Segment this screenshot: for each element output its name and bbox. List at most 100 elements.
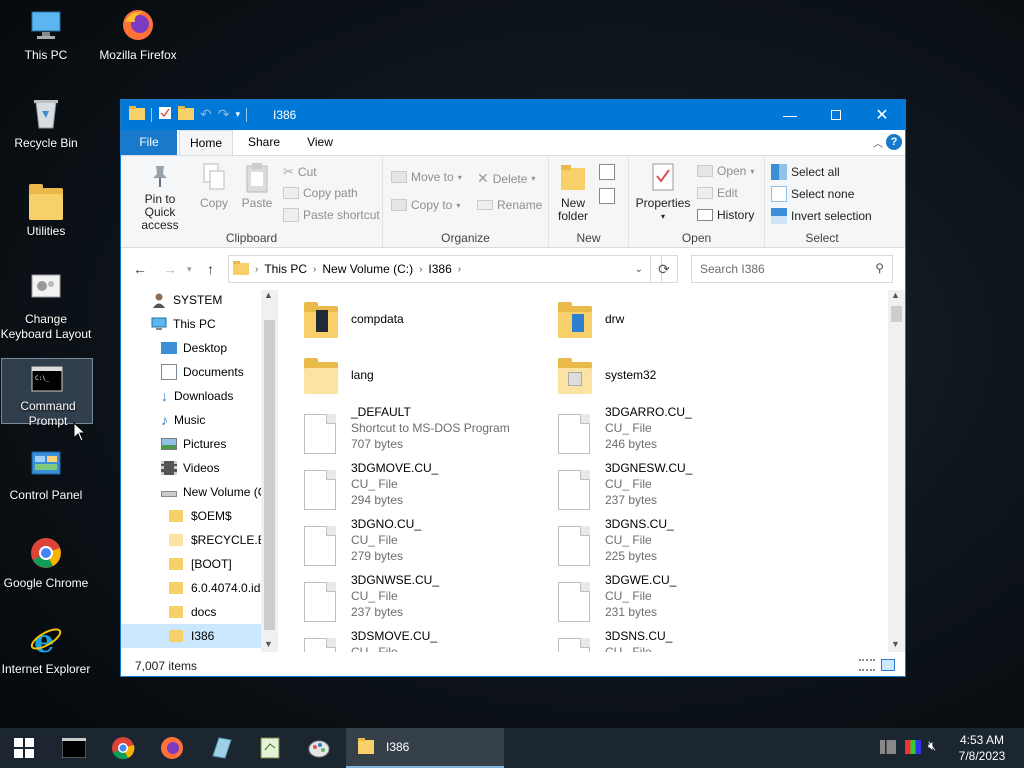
scrollbar-thumb[interactable] [264,320,275,630]
breadcrumb-new-volume[interactable]: New Volume (C:) [322,262,413,276]
nav-item-boot[interactable]: [BOOT] [169,552,269,576]
nav-item-music[interactable]: ♪ Music [161,408,271,432]
taskbar-command-prompt[interactable] [50,728,98,768]
chevron-right-icon[interactable]: › [255,264,258,275]
close-button[interactable]: ✕ [859,100,905,130]
select-none-button[interactable]: Select none [771,186,854,202]
recent-locations-button[interactable]: ▾ [187,264,192,275]
file-item[interactable]: 3DGNWSE.CU_ CU_ File 237 bytes [278,572,518,624]
chevron-right-icon[interactable]: › [458,264,461,275]
invert-selection-button[interactable]: Invert selection [771,208,872,224]
network-icon[interactable] [880,740,896,754]
scroll-down-icon[interactable]: ▼ [891,639,900,649]
taskbar-app[interactable] [197,728,245,768]
taskbar-notepad[interactable] [246,728,294,768]
nav-item-system[interactable]: SYSTEM [151,290,271,312]
maximize-button[interactable] [813,100,859,130]
folder-item[interactable]: drw [532,292,772,344]
paste-shortcut-button[interactable]: Paste shortcut [283,208,380,222]
color-tray-icon[interactable] [905,740,921,754]
desktop-icon-control-panel[interactable]: Control Panel [0,448,92,503]
select-all-button[interactable]: Select all [771,164,840,180]
forward-button[interactable]: → [163,261,177,277]
nav-item-pictures[interactable]: Pictures [161,432,271,456]
copy-to-button[interactable]: Copy to ▾ [391,198,460,212]
address-dropdown-icon[interactable]: ⌄ [635,264,643,275]
chevron-up-icon[interactable]: ︿ [873,135,883,150]
history-button[interactable]: History [697,208,754,222]
desktop-icon-internet-explorer[interactable]: e Internet Explorer [0,622,92,677]
folder-item[interactable]: compdata [278,292,518,344]
taskbar-explorer-window[interactable]: I386 [346,728,504,768]
nav-item-documents[interactable]: Documents [161,360,271,384]
desktop-icon-recycle-bin[interactable]: Recycle Bin [0,96,92,151]
scroll-up-icon[interactable]: ▲ [891,290,900,300]
nav-item-oem[interactable]: $OEM$ [169,504,269,528]
rename-button[interactable]: Rename [477,198,542,212]
search-input[interactable]: Search I386 ⚲ [691,255,893,283]
desktop-icon-google-chrome[interactable]: Google Chrome [0,536,92,591]
desktop-icon-firefox[interactable]: Mozilla Firefox [92,8,184,63]
paste-button[interactable]: Paste [239,162,275,210]
tab-file[interactable]: File [121,130,177,155]
breadcrumb-this-pc[interactable]: This PC [264,262,307,276]
content-scrollbar[interactable]: ▲ ▼ [888,290,905,652]
tab-view[interactable]: View [295,130,345,155]
copy-path-button[interactable]: Copy path [283,186,358,200]
address-bar[interactable]: › This PC › New Volume (C:) › I386 › ⌄ [228,255,662,283]
move-to-button[interactable]: Move to ▾ [391,170,462,184]
chevron-right-icon[interactable]: › [313,264,316,275]
copy-button[interactable]: Copy [199,162,229,210]
scroll-down-icon[interactable]: ▼ [264,639,273,649]
scroll-up-icon[interactable]: ▲ [264,290,273,300]
tab-home[interactable]: Home [179,130,233,155]
edit-button[interactable]: Edit [697,186,738,200]
help-icon[interactable]: ? [886,134,902,150]
file-item[interactable]: 3DGARRO.CU_ CU_ File 246 bytes [532,404,772,456]
file-item[interactable]: _DEFAULT Shortcut to MS-DOS Program 707 … [278,404,518,456]
open-button[interactable]: Open ▾ [697,164,754,178]
file-item[interactable]: 3DGNS.CU_ CU_ File 225 bytes [532,516,772,568]
taskbar-paint[interactable] [295,728,343,768]
chevron-down-icon[interactable]: ▾ [235,109,240,120]
new-folder-button[interactable]: New folder [553,162,593,223]
desktop-icon-utilities[interactable]: Utilities [0,184,92,239]
nav-item-this-pc[interactable]: This PC [151,312,271,336]
taskbar-firefox[interactable] [148,728,196,768]
nav-item-downloads[interactable]: ↓ Downloads [161,384,271,408]
nav-scrollbar[interactable]: ▲ ▼ [261,290,278,652]
delete-button[interactable]: ✕ Delete ▾ [477,170,535,187]
new-folder-icon[interactable] [178,106,194,123]
desktop-icon-command-prompt[interactable]: C:\_ Command Prompt [1,358,93,428]
desktop-icon-change-keyboard-layout[interactable]: Change Keyboard Layout [0,272,92,342]
redo-icon[interactable]: ↷ [218,106,230,123]
clock[interactable]: 4:53 AM 7/8/2023 [952,732,1012,764]
chevron-right-icon[interactable]: › [419,264,422,275]
folder-item[interactable]: system32 [532,348,772,400]
up-button[interactable]: ↑ [207,261,214,277]
properties-icon[interactable] [158,106,172,123]
properties-button[interactable]: Properties ▾ [635,162,691,223]
taskbar-chrome[interactable] [99,728,147,768]
nav-item-desktop[interactable]: Desktop [161,336,271,360]
file-item[interactable]: 3DGNESW.CU_ CU_ File 237 bytes [532,460,772,512]
easy-access-icon[interactable] [599,188,615,204]
nav-item-docs[interactable]: docs [169,600,269,624]
desktop-icon-this-pc[interactable]: This PC [0,8,92,63]
breadcrumb-i386[interactable]: I386 [428,262,451,276]
nav-item-i386[interactable]: I386 [121,624,261,648]
volume-muted-icon[interactable]: 🔇︎ [928,738,936,754]
file-item[interactable]: 3DGWE.CU_ CU_ File 231 bytes [532,572,772,624]
start-button[interactable] [0,728,48,768]
large-icons-view-icon[interactable] [881,659,895,671]
details-view-icon[interactable] [859,659,875,671]
new-item-icon[interactable] [599,164,615,180]
scrollbar-thumb[interactable] [891,306,902,322]
minimize-button[interactable]: — [767,100,813,130]
file-item[interactable]: 3DGMOVE.CU_ CU_ File 294 bytes [278,460,518,512]
file-item[interactable]: 3DGNO.CU_ CU_ File 279 bytes [278,516,518,568]
back-button[interactable]: ← [133,261,147,277]
tab-share[interactable]: Share [239,130,289,155]
undo-icon[interactable]: ↶ [200,106,212,123]
file-item[interactable]: 3DSMOVE.CU_ CU_ File [278,628,518,652]
